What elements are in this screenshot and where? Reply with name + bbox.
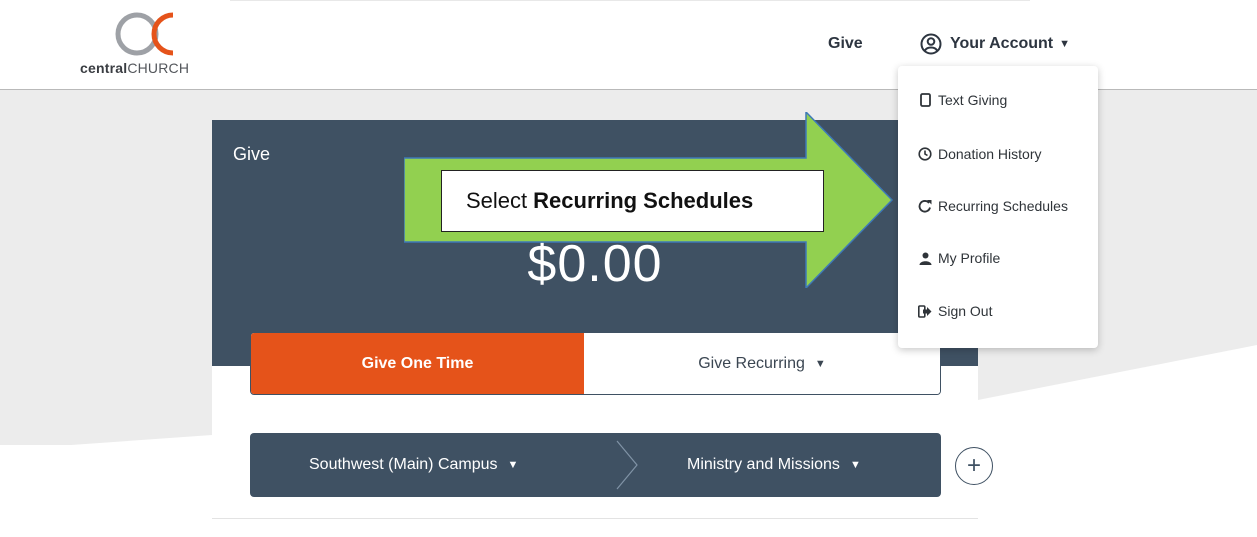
fund-selector-bar: Southwest (Main) Campus ▼ Ministry and M… bbox=[250, 433, 993, 497]
card-divider bbox=[212, 518, 978, 519]
logo-wordmark: centralCHURCH bbox=[80, 60, 189, 76]
fund-select-label: Ministry and Missions bbox=[687, 456, 840, 473]
logo-mark-icon bbox=[115, 12, 174, 56]
give-one-time-button[interactable]: Give One Time bbox=[251, 333, 584, 394]
redo-icon bbox=[918, 199, 932, 213]
logo-wordmark-bold: central bbox=[80, 60, 128, 76]
annotation-callout: Select Recurring Schedules bbox=[441, 170, 824, 232]
frequency-toggle: Give One Time Give Recurring ▼ bbox=[250, 332, 941, 395]
header-top-line bbox=[230, 0, 1030, 1]
menu-item-label: Text Giving bbox=[938, 92, 1008, 108]
give-recurring-label: Give Recurring bbox=[698, 354, 805, 372]
campus-select-label: Southwest (Main) Campus bbox=[309, 456, 498, 473]
account-circle-icon bbox=[920, 33, 942, 55]
phone-icon bbox=[918, 93, 932, 107]
account-dropdown-menu: Text Giving Donation History Recurring S… bbox=[898, 66, 1098, 348]
chevron-right-icon bbox=[616, 440, 638, 490]
your-account-menu[interactable]: Your Account ▼ bbox=[920, 33, 1070, 55]
menu-item-recurring-schedules[interactable]: Recurring Schedules bbox=[898, 191, 1098, 221]
callout-prefix: Select bbox=[466, 188, 528, 213]
chevron-down-icon: ▼ bbox=[1059, 38, 1070, 50]
site-logo[interactable]: centralCHURCH bbox=[80, 9, 220, 79]
menu-item-label: Recurring Schedules bbox=[938, 198, 1068, 214]
your-account-label: Your Account bbox=[950, 35, 1054, 52]
nav-give-link[interactable]: Give bbox=[828, 35, 863, 53]
clock-icon bbox=[918, 147, 932, 161]
menu-item-label: Donation History bbox=[938, 146, 1042, 162]
sign-out-icon bbox=[918, 304, 932, 318]
page: centralCHURCH Give Your Account ▼ Give $… bbox=[0, 0, 1257, 537]
menu-item-sign-out[interactable]: Sign Out bbox=[898, 296, 1098, 326]
menu-item-label: Sign Out bbox=[938, 303, 993, 319]
chevron-down-icon: ▼ bbox=[814, 357, 826, 370]
chevron-down-icon: ▼ bbox=[849, 459, 861, 471]
fund-select[interactable]: Ministry and Missions ▼ bbox=[687, 433, 861, 497]
add-fund-button[interactable]: + bbox=[955, 447, 993, 485]
menu-item-label: My Profile bbox=[938, 250, 1001, 266]
menu-item-donation-history[interactable]: Donation History bbox=[898, 139, 1098, 169]
give-card-title: Give bbox=[233, 144, 271, 164]
campus-select[interactable]: Southwest (Main) Campus ▼ bbox=[309, 433, 518, 497]
user-icon bbox=[918, 251, 932, 265]
menu-item-my-profile[interactable]: My Profile bbox=[898, 243, 1098, 273]
callout-emphasis: Recurring Schedules bbox=[533, 188, 754, 213]
logo-wordmark-light: CHURCH bbox=[127, 60, 190, 76]
menu-item-text-giving[interactable]: Text Giving bbox=[898, 85, 1098, 115]
chevron-down-icon: ▼ bbox=[507, 459, 519, 471]
plus-icon: + bbox=[966, 452, 981, 479]
give-recurring-button[interactable]: Give Recurring ▼ bbox=[584, 333, 940, 394]
